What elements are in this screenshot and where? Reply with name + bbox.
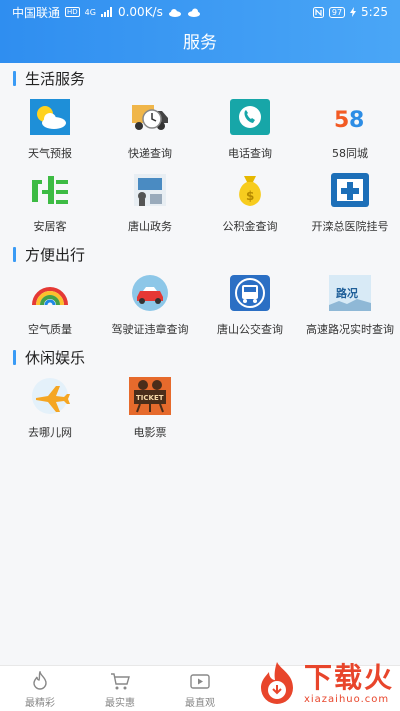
- service-label: 空气质量: [28, 323, 72, 336]
- nfc-icon: [312, 6, 324, 18]
- leisure-services-grid: 去哪儿网 TICKET 电影票: [0, 372, 400, 445]
- service-label: 唐山公交查询: [217, 323, 283, 336]
- svg-text:8: 8: [349, 108, 364, 133]
- service-movie[interactable]: TICKET 电影票: [100, 372, 200, 445]
- service-label: 高速路况实时查询: [306, 323, 394, 336]
- status-bar: 中国联通 HD 4G 0.00K/s 97 5:25: [0, 0, 400, 24]
- bus-icon: [228, 271, 272, 315]
- service-delivery[interactable]: 快递查询: [100, 93, 200, 166]
- tab-label: 最精彩: [25, 698, 55, 709]
- section-leisure: 休闲娱乐: [0, 342, 400, 372]
- tab-label: 最直观: [185, 698, 215, 709]
- service-bus[interactable]: 唐山公交查询: [200, 269, 300, 342]
- car-icon: [128, 271, 172, 315]
- service-label: 天气预报: [28, 147, 72, 160]
- rainbow-icon: [28, 271, 72, 315]
- hospital-icon: [328, 168, 372, 212]
- section-accent-bar: [13, 349, 16, 365]
- carrier-label: 中国联通: [12, 5, 61, 20]
- road-condition-icon: 路况: [328, 271, 372, 315]
- service-fund[interactable]: $ 公积金查询: [200, 166, 300, 239]
- video-icon: [190, 674, 210, 689]
- hd-badge: HD: [65, 7, 80, 17]
- page-title: 服务: [183, 33, 217, 53]
- service-label: 驾驶证违章查询: [111, 323, 189, 336]
- cloud-icon: [168, 8, 181, 17]
- phone-icon: [228, 95, 272, 139]
- section-title: 生活服务: [25, 69, 86, 88]
- service-label: 唐山政务: [128, 220, 172, 233]
- 58-logo-icon: 5 8: [328, 95, 372, 139]
- signal-icon: [100, 7, 112, 17]
- service-label: 快递查询: [128, 147, 172, 160]
- network-type: 4G: [84, 7, 96, 17]
- service-label: 电话查询: [228, 147, 272, 160]
- airplane-icon: [28, 374, 72, 418]
- tab-deals[interactable]: 最实惠: [80, 666, 160, 711]
- service-air-quality[interactable]: 空气质量: [0, 269, 100, 342]
- tab-label: 最实惠: [105, 698, 135, 709]
- app-header: 中国联通 HD 4G 0.00K/s 97 5:25 服务: [0, 0, 400, 63]
- service-label: 电影票: [133, 426, 167, 439]
- network-speed: 0.00K/s: [117, 5, 163, 19]
- service-label: 58同城: [332, 147, 368, 160]
- tab-highlights[interactable]: 最精彩: [0, 666, 80, 711]
- service-label: 安居客: [33, 220, 67, 233]
- service-hospital[interactable]: 开滦总医院挂号: [300, 166, 400, 239]
- watermark-title: 下载火: [303, 660, 394, 694]
- government-service-icon: [128, 168, 172, 212]
- section-life-services: 生活服务: [0, 63, 400, 93]
- flame-icon: [33, 671, 47, 690]
- watermark-flame-icon: [260, 662, 293, 704]
- charging-icon: [350, 7, 357, 17]
- service-phone[interactable]: 电话查询: [200, 93, 300, 166]
- service-weather[interactable]: 天气预报: [0, 93, 100, 166]
- service-qunar[interactable]: 去哪儿网: [0, 372, 100, 445]
- cart-icon: [111, 673, 130, 690]
- travel-services-grid: 空气质量 驾驶证违章查询 唐山公交查询 路况 高速路况实时查询: [0, 269, 400, 342]
- service-anjuke[interactable]: 安居客: [0, 166, 100, 239]
- money-bag-icon: $: [228, 168, 272, 212]
- section-title: 方便出行: [25, 245, 86, 264]
- section-title: 休闲娱乐: [25, 348, 86, 367]
- ticket-icon-text: TICKET: [136, 394, 164, 402]
- service-highway[interactable]: 路况 高速路况实时查询: [300, 269, 400, 342]
- svg-text:$: $: [246, 189, 254, 203]
- watermark-url: xiazaihuo.com: [303, 693, 390, 705]
- anjuke-logo-icon: [28, 168, 72, 212]
- section-accent-bar: [13, 70, 16, 86]
- svg-text:5: 5: [334, 108, 349, 133]
- service-driving-violation[interactable]: 驾驶证违章查询: [100, 269, 200, 342]
- life-services-grid: 天气预报 快递查询 电话查询 5 8 58同城 安居客 唐山政务 $ 公积金查询…: [0, 93, 400, 239]
- section-accent-bar: [13, 246, 16, 262]
- service-label: 开滦总医院挂号: [311, 220, 389, 233]
- watermark: 下载火 xiazaihuo.com: [254, 660, 394, 706]
- weather-icon: [28, 95, 72, 139]
- clock: 5:25: [361, 5, 388, 19]
- section-convenient-travel: 方便出行: [0, 239, 400, 269]
- battery-level: 97: [328, 6, 346, 18]
- weather-cloud-icon: [187, 8, 200, 17]
- tab-videos[interactable]: 最直观: [160, 666, 240, 711]
- delivery-truck-icon: [128, 95, 172, 139]
- service-gov[interactable]: 唐山政务: [100, 166, 200, 239]
- road-icon-text: 路况: [336, 286, 358, 300]
- services-content: 生活服务 天气预报 快递查询 电话查询 5 8 58同城 安居客 唐山政务 $ …: [0, 63, 400, 445]
- movie-ticket-icon: TICKET: [128, 374, 172, 418]
- service-label: 公积金查询: [222, 220, 278, 233]
- service-label: 去哪儿网: [28, 426, 72, 439]
- service-58[interactable]: 5 8 58同城: [300, 93, 400, 166]
